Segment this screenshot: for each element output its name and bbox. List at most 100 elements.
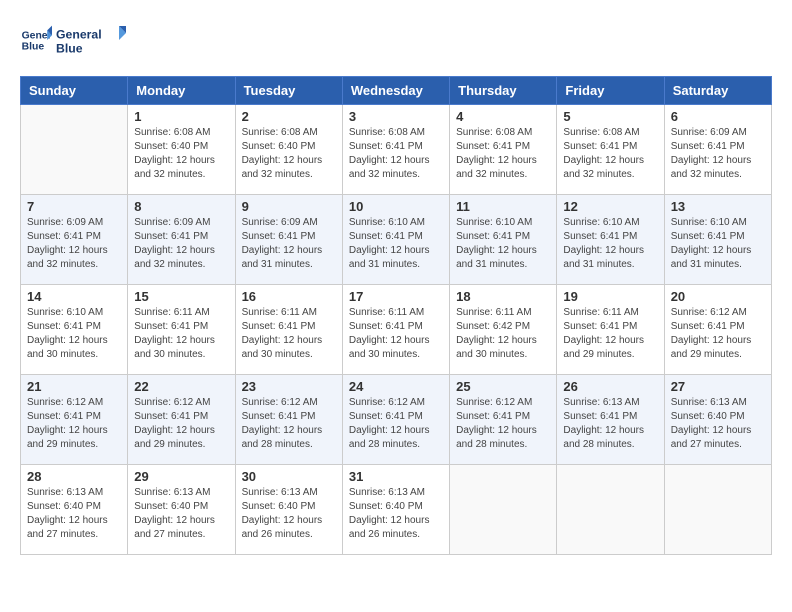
day-info: Sunrise: 6:11 AMSunset: 6:41 PMDaylight:…: [563, 306, 657, 362]
calendar-day-cell: 25 Sunrise: 6:12 AMSunset: 6:41 PMDayligh…: [450, 375, 557, 465]
calendar-week-row: 1 Sunrise: 6:08 AMSunset: 6:40 PMDaylight…: [21, 105, 772, 195]
day-info: Sunrise: 6:09 AMSunset: 6:41 PMDaylight:…: [134, 216, 228, 272]
day-number: 23: [242, 379, 336, 394]
calendar-day-cell: [21, 105, 128, 195]
calendar-day-cell: 3 Sunrise: 6:08 AMSunset: 6:41 PMDaylight…: [342, 105, 449, 195]
svg-text:General: General: [56, 27, 102, 41]
day-number: 3: [349, 109, 443, 124]
day-number: 15: [134, 289, 228, 304]
calendar-day-cell: 8 Sunrise: 6:09 AMSunset: 6:41 PMDaylight…: [128, 195, 235, 285]
calendar-day-cell: 23Sunrise: 6:12 AMSunset: 6:41 PMDayligh…: [235, 375, 342, 465]
day-number: 25: [456, 379, 550, 394]
calendar-day-cell: 11Sunrise: 6:10 AMSunset: 6:41 PMDayligh…: [450, 195, 557, 285]
day-info: Sunrise: 6:12 AMSunset: 6:41 PMDaylight:…: [134, 396, 228, 452]
day-number: 19: [563, 289, 657, 304]
day-info: Sunrise: 6:13 AMSunset: 6:40 PMDaylight:…: [349, 486, 443, 542]
day-number: 24: [349, 379, 443, 394]
day-number: 28: [27, 469, 121, 484]
day-info: Sunrise: 6:09 AMSunset: 6:41 PMDaylight:…: [242, 216, 336, 272]
calendar-day-cell: 24 Sunrise: 6:12 AMSunset: 6:41 PMDayligh…: [342, 375, 449, 465]
day-info: Sunrise: 6:11 AMSunset: 6:42 PMDaylight:…: [456, 306, 550, 362]
calendar-day-cell: 14 Sunrise: 6:10 AMSunset: 6:41 PMDayligh…: [21, 285, 128, 375]
day-number: 14: [27, 289, 121, 304]
day-number: 1: [134, 109, 228, 124]
day-info: Sunrise: 6:11 AMSunset: 6:41 PMDaylight:…: [134, 306, 228, 362]
calendar-day-cell: 20 Sunrise: 6:12 AMSunset: 6:41 PMDayligh…: [664, 285, 771, 375]
calendar-day-cell: 6 Sunrise: 6:09 AMSunset: 6:41 PMDaylight…: [664, 105, 771, 195]
day-info: Sunrise: 6:08 AMSunset: 6:40 PMDaylight:…: [242, 126, 336, 182]
day-info: Sunrise: 6:12 AMSunset: 6:41 PMDaylight:…: [349, 396, 443, 452]
calendar-week-row: 21 Sunrise: 6:12 AMSunset: 6:41 PMDayligh…: [21, 375, 772, 465]
day-of-week-header: Tuesday: [235, 77, 342, 105]
day-info: Sunrise: 6:13 AMSunset: 6:41 PMDaylight:…: [563, 396, 657, 452]
day-number: 26: [563, 379, 657, 394]
calendar-day-cell: 15 Sunrise: 6:11 AMSunset: 6:41 PMDayligh…: [128, 285, 235, 375]
svg-text:Blue: Blue: [56, 41, 83, 55]
day-number: 30: [242, 469, 336, 484]
day-number: 16: [242, 289, 336, 304]
calendar-week-row: 7Sunrise: 6:09 AMSunset: 6:41 PMDaylight…: [21, 195, 772, 285]
calendar-day-cell: 7Sunrise: 6:09 AMSunset: 6:41 PMDaylight…: [21, 195, 128, 285]
day-number: 31: [349, 469, 443, 484]
calendar-day-cell: 22 Sunrise: 6:12 AMSunset: 6:41 PMDayligh…: [128, 375, 235, 465]
logo-icon: General Blue: [20, 24, 52, 56]
day-number: 21: [27, 379, 121, 394]
day-of-week-header: Thursday: [450, 77, 557, 105]
day-number: 12: [563, 199, 657, 214]
day-number: 2: [242, 109, 336, 124]
day-number: 20: [671, 289, 765, 304]
day-number: 8: [134, 199, 228, 214]
day-info: Sunrise: 6:08 AMSunset: 6:41 PMDaylight:…: [563, 126, 657, 182]
day-info: Sunrise: 6:08 AMSunset: 6:41 PMDaylight:…: [349, 126, 443, 182]
calendar-day-cell: 29Sunrise: 6:13 AMSunset: 6:40 PMDayligh…: [128, 465, 235, 555]
day-info: Sunrise: 6:13 AMSunset: 6:40 PMDaylight:…: [27, 486, 121, 542]
day-of-week-header: Sunday: [21, 77, 128, 105]
day-number: 4: [456, 109, 550, 124]
day-of-week-header: Friday: [557, 77, 664, 105]
day-number: 5: [563, 109, 657, 124]
day-info: Sunrise: 6:12 AMSunset: 6:41 PMDaylight:…: [456, 396, 550, 452]
calendar-day-cell: 2 Sunrise: 6:08 AMSunset: 6:40 PMDaylight…: [235, 105, 342, 195]
day-info: Sunrise: 6:13 AMSunset: 6:40 PMDaylight:…: [242, 486, 336, 542]
calendar-week-row: 14 Sunrise: 6:10 AMSunset: 6:41 PMDayligh…: [21, 285, 772, 375]
day-info: Sunrise: 6:12 AMSunset: 6:41 PMDaylight:…: [27, 396, 121, 452]
day-info: Sunrise: 6:09 AMSunset: 6:41 PMDaylight:…: [671, 126, 765, 182]
day-number: 29: [134, 469, 228, 484]
calendar-table: SundayMondayTuesdayWednesdayThursdayFrid…: [20, 76, 772, 555]
calendar-day-cell: [557, 465, 664, 555]
day-number: 9: [242, 199, 336, 214]
day-of-week-header: Monday: [128, 77, 235, 105]
calendar-day-cell: 1Sunrise: 6:08 AMSunset: 6:40 PMDaylight…: [128, 105, 235, 195]
day-info: Sunrise: 6:10 AMSunset: 6:41 PMDaylight:…: [349, 216, 443, 272]
calendar-day-cell: [450, 465, 557, 555]
calendar-day-cell: 21 Sunrise: 6:12 AMSunset: 6:41 PMDayligh…: [21, 375, 128, 465]
calendar-day-cell: 17 Sunrise: 6:11 AMSunset: 6:41 PMDayligh…: [342, 285, 449, 375]
calendar-day-cell: 19 Sunrise: 6:11 AMSunset: 6:41 PMDayligh…: [557, 285, 664, 375]
logo: General Blue General Blue: [20, 20, 126, 60]
day-number: 6: [671, 109, 765, 124]
calendar-day-cell: 26 Sunrise: 6:13 AMSunset: 6:41 PMDayligh…: [557, 375, 664, 465]
day-number: 17: [349, 289, 443, 304]
day-info: Sunrise: 6:13 AMSunset: 6:40 PMDaylight:…: [671, 396, 765, 452]
day-number: 27: [671, 379, 765, 394]
svg-text:Blue: Blue: [22, 42, 45, 53]
day-number: 13: [671, 199, 765, 214]
calendar-day-cell: 28 Sunrise: 6:13 AMSunset: 6:40 PMDayligh…: [21, 465, 128, 555]
calendar-day-cell: 30 Sunrise: 6:13 AMSunset: 6:40 PMDayligh…: [235, 465, 342, 555]
day-info: Sunrise: 6:10 AMSunset: 6:41 PMDaylight:…: [671, 216, 765, 272]
day-info: Sunrise: 6:10 AMSunset: 6:41 PMDaylight:…: [563, 216, 657, 272]
day-number: 11: [456, 199, 550, 214]
calendar-day-cell: 4Sunrise: 6:08 AMSunset: 6:41 PMDaylight…: [450, 105, 557, 195]
day-of-week-header: Wednesday: [342, 77, 449, 105]
calendar-day-cell: 13 Sunrise: 6:10 AMSunset: 6:41 PMDayligh…: [664, 195, 771, 285]
day-number: 22: [134, 379, 228, 394]
day-info: Sunrise: 6:11 AMSunset: 6:41 PMDaylight:…: [242, 306, 336, 362]
day-info: Sunrise: 6:12 AMSunset: 6:41 PMDaylight:…: [671, 306, 765, 362]
page-header: General Blue General Blue: [20, 20, 772, 60]
day-info: Sunrise: 6:10 AMSunset: 6:41 PMDaylight:…: [27, 306, 121, 362]
calendar-week-row: 28 Sunrise: 6:13 AMSunset: 6:40 PMDayligh…: [21, 465, 772, 555]
calendar-header-row: SundayMondayTuesdayWednesdayThursdayFrid…: [21, 77, 772, 105]
day-info: Sunrise: 6:11 AMSunset: 6:41 PMDaylight:…: [349, 306, 443, 362]
calendar-day-cell: 31 Sunrise: 6:13 AMSunset: 6:40 PMDayligh…: [342, 465, 449, 555]
calendar-day-cell: 5 Sunrise: 6:08 AMSunset: 6:41 PMDaylight…: [557, 105, 664, 195]
